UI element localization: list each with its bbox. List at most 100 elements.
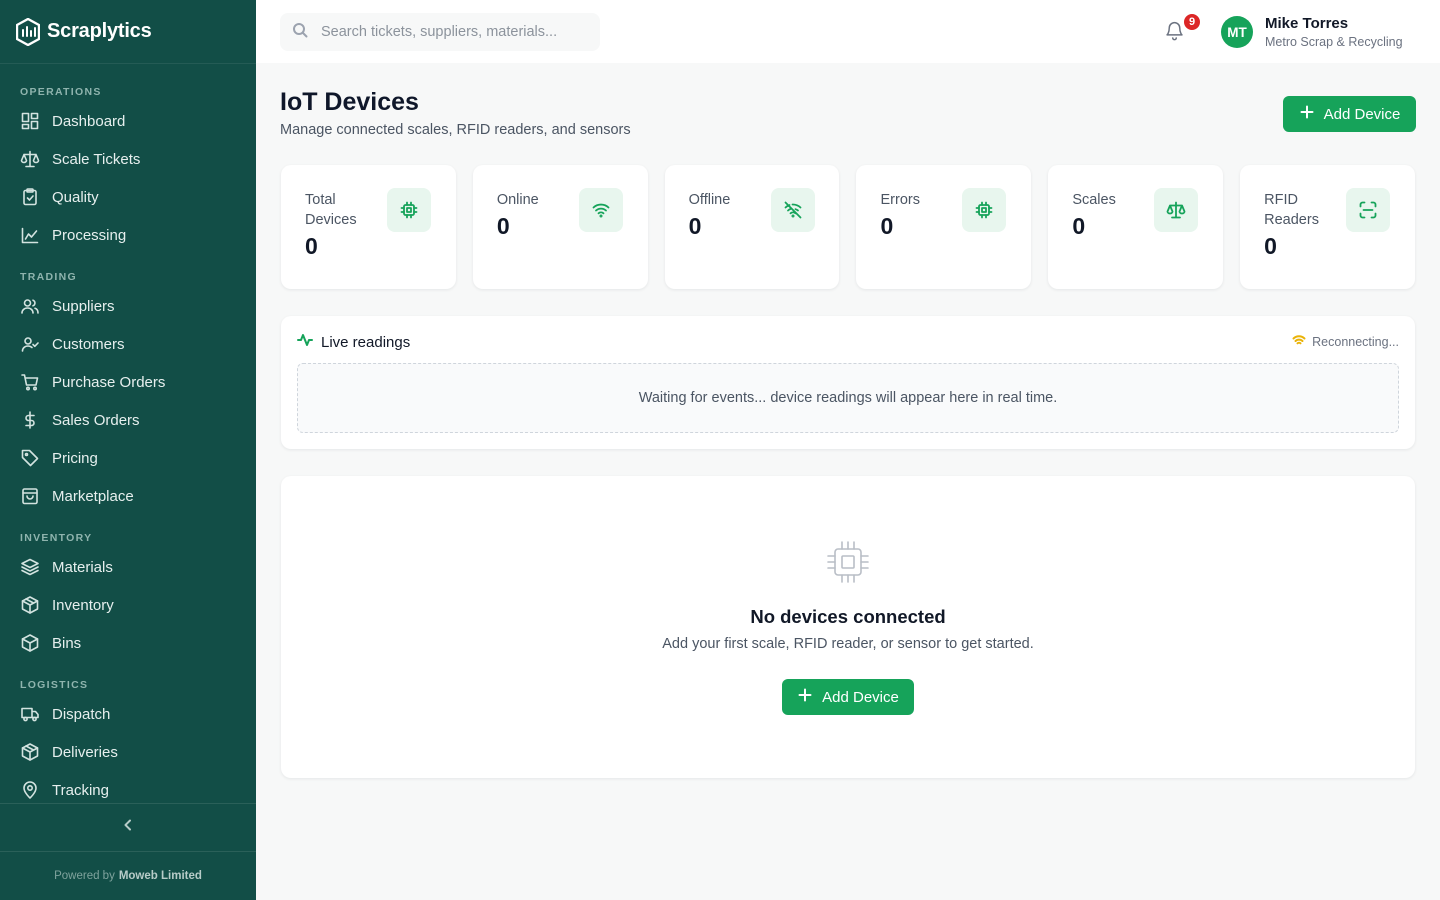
section-title-inventory: INVENTORY xyxy=(20,532,93,544)
sidebar-item-deliveries[interactable]: Deliveries xyxy=(0,733,256,771)
search-box[interactable] xyxy=(280,13,600,51)
user-organization: Metro Scrap & Recycling xyxy=(1265,35,1403,49)
scale-icon xyxy=(20,149,40,169)
sidebar-item-label: Deliveries xyxy=(52,743,118,761)
factory-icon xyxy=(20,225,40,245)
activity-icon xyxy=(297,332,321,353)
sidebar-item-label: Scale Tickets xyxy=(52,150,141,168)
page-title: IoT Devices xyxy=(280,88,419,116)
sidebar-item-inventory[interactable]: Inventory xyxy=(0,586,256,624)
stat-label: Offline xyxy=(688,192,731,208)
live-readings-empty: Waiting for events... device readings wi… xyxy=(297,363,1399,433)
sidebar-item-sales-orders[interactable]: Sales Orders xyxy=(0,401,256,439)
package-icon xyxy=(20,595,40,615)
stat-card-rfid-readers: RFID Readers 0 xyxy=(1240,165,1415,289)
plus-icon xyxy=(1299,104,1324,124)
live-readings-title: Live readings xyxy=(321,334,411,351)
add-device-button[interactable]: Add Device xyxy=(1283,96,1416,132)
sidebar-item-label: Quality xyxy=(52,188,99,206)
wifi-off-icon xyxy=(770,188,815,232)
add-device-label: Add Device xyxy=(822,688,899,706)
sidebar-item-bins[interactable]: Bins xyxy=(0,624,256,662)
powered-by-prefix: Powered by xyxy=(54,870,115,882)
section-title-logistics: LOGISTICS xyxy=(20,679,89,691)
map-pin-icon xyxy=(20,780,40,800)
empty-state-title: No devices connected xyxy=(750,606,946,627)
wifi-icon xyxy=(1292,333,1312,350)
connection-status: Reconnecting... xyxy=(1292,333,1399,350)
clipboard-check-icon xyxy=(20,187,40,207)
empty-state-subtitle: Add your first scale, RFID reader, or se… xyxy=(662,636,1034,652)
shopping-bag-icon xyxy=(20,486,40,506)
search-icon xyxy=(292,22,321,43)
collapse-sidebar-button[interactable] xyxy=(0,803,256,852)
sidebar-item-label: Inventory xyxy=(52,596,114,614)
wifi-icon xyxy=(578,188,623,232)
add-device-label: Add Device xyxy=(1323,105,1401,123)
section-title-operations: OPERATIONS xyxy=(20,86,102,98)
add-device-empty-button[interactable]: Add Device xyxy=(782,679,914,715)
live-readings-panel: Live readings Reconnecting... Waiting fo… xyxy=(281,316,1415,449)
users-icon xyxy=(20,296,40,316)
chevron-left-icon xyxy=(121,818,135,837)
sidebar-item-dispatch[interactable]: Dispatch xyxy=(0,695,256,733)
stat-value: 0 xyxy=(305,233,318,259)
sidebar-item-customers[interactable]: Customers xyxy=(0,325,256,363)
sidebar-item-label: Dispatch xyxy=(52,705,111,723)
avatar[interactable]: MT xyxy=(1221,16,1253,48)
chip-icon xyxy=(387,188,431,232)
dollar-icon xyxy=(20,410,40,430)
plus-icon xyxy=(797,687,822,707)
stats-row: Total Devices 0 Online 0 Offline 0 Error… xyxy=(281,165,1415,289)
page-subtitle: Manage connected scales, RFID readers, a… xyxy=(280,122,631,138)
stat-card-scales: Scales 0 xyxy=(1048,165,1224,289)
search-input[interactable] xyxy=(321,24,581,40)
cart-icon xyxy=(20,372,40,392)
sidebar-item-label: Bins xyxy=(52,634,82,652)
devices-empty-state: No devices connected Add your first scal… xyxy=(281,476,1415,778)
sidebar-item-purchase-orders[interactable]: Purchase Orders xyxy=(0,363,256,401)
sidebar-item-label: Marketplace xyxy=(52,487,134,505)
brand-name: Scraplytics xyxy=(47,20,152,42)
dashboard-icon xyxy=(20,111,40,131)
sidebar-item-label: Customers xyxy=(52,335,125,353)
stat-value: 0 xyxy=(496,213,510,239)
connection-status-text: Reconnecting... xyxy=(1312,334,1399,349)
stat-value: 0 xyxy=(880,213,894,239)
sidebar-item-label: Pricing xyxy=(52,449,98,467)
bell-icon xyxy=(1164,21,1185,45)
sidebar-item-label: Sales Orders xyxy=(52,411,140,429)
sidebar-item-label: Suppliers xyxy=(52,297,115,315)
sidebar-item-label: Materials xyxy=(52,558,113,576)
user-name[interactable]: Mike Torres xyxy=(1265,15,1348,32)
brand[interactable]: Scraplytics xyxy=(0,0,256,64)
stat-value: 0 xyxy=(1072,213,1086,239)
sidebar-item-quality[interactable]: Quality xyxy=(0,178,256,216)
sidebar-item-materials[interactable]: Materials xyxy=(0,548,256,586)
truck-icon xyxy=(20,704,40,724)
chip-icon xyxy=(825,539,871,585)
sidebar-item-marketplace[interactable]: Marketplace xyxy=(0,477,256,515)
stat-value: 0 xyxy=(1264,233,1277,259)
scale-icon xyxy=(1154,188,1199,232)
sidebar-item-label: Purchase Orders xyxy=(52,373,166,391)
sidebar-item-label: Tracking xyxy=(52,781,109,799)
notification-count-badge: 9 xyxy=(1182,12,1202,32)
chip-icon xyxy=(962,188,1007,232)
stat-card-offline: Offline 0 xyxy=(664,165,840,289)
sidebar-item-dashboard[interactable]: Dashboard xyxy=(0,102,256,140)
stat-label: Total Devices xyxy=(305,192,357,228)
stat-label: Scales xyxy=(1072,192,1116,208)
sidebar-item-label: Dashboard xyxy=(52,112,126,130)
topbar: 9 MT Mike Torres Metro Scrap & Recycling xyxy=(256,0,1440,63)
sidebar-item-pricing[interactable]: Pricing xyxy=(0,439,256,477)
stat-label: Online xyxy=(496,192,539,208)
sidebar-nav: OPERATIONS Dashboard Scale Tickets Quali… xyxy=(0,64,256,809)
sidebar-item-scale-tickets[interactable]: Scale Tickets xyxy=(0,140,256,178)
notifications-button[interactable]: 9 xyxy=(1164,12,1202,45)
package-check-icon xyxy=(20,742,40,762)
tag-icon xyxy=(20,448,40,468)
sidebar-item-processing[interactable]: Processing xyxy=(0,216,256,254)
powered-by: Powered by Moweb Limited xyxy=(0,852,256,900)
sidebar-item-suppliers[interactable]: Suppliers xyxy=(0,287,256,325)
